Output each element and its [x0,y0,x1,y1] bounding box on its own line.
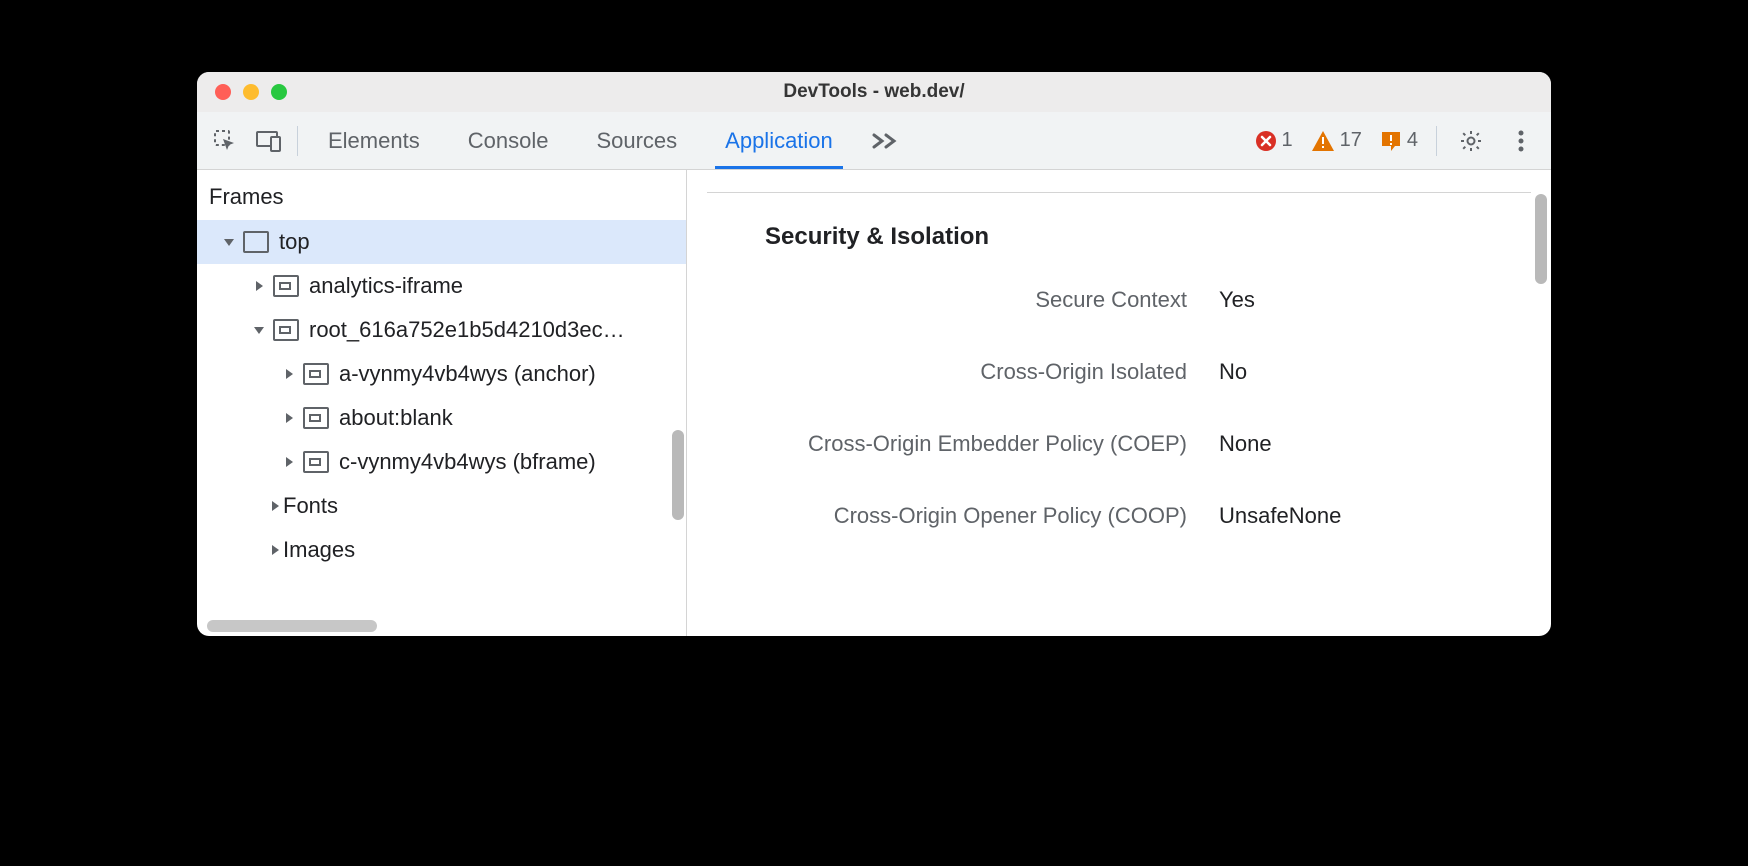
warnings-count: 17 [1340,129,1362,152]
tree-item[interactable]: Images [197,528,686,572]
tree-item-top[interactable]: top [197,220,686,264]
iframe-icon [273,275,299,297]
tree-label: about:blank [339,405,453,431]
errors-count: 1 [1282,129,1293,152]
tree-label: a-vynmy4vb4wys (anchor) [339,361,596,387]
tab-label: Elements [328,128,420,154]
tab-console[interactable]: Console [444,112,573,169]
iframe-icon [303,451,329,473]
tree-label: Images [283,537,355,563]
toolbar-status: 1 17 4 [1249,119,1546,163]
frames-tree: top analytics-iframe root_616a752e1b5d42… [197,220,686,572]
tree-label: root_616a752e1b5d4210d3ec… [309,317,625,343]
disclosure-triangle-right-icon[interactable] [281,368,297,380]
more-tabs-button[interactable] [857,132,913,150]
settings-icon[interactable] [1449,119,1493,163]
disclosure-triangle-down-icon[interactable] [251,324,267,336]
issues-badge[interactable]: 4 [1374,129,1424,152]
minimize-window-button[interactable] [243,84,259,100]
tab-label: Console [468,128,549,154]
toolbar-divider [297,126,298,156]
tree-item[interactable]: about:blank [197,396,686,440]
detail-value: None [1219,431,1531,457]
detail-value: No [1219,359,1531,385]
tree-item[interactable]: analytics-iframe [197,264,686,308]
security-isolation-section: Security & Isolation Secure Context Yes … [707,192,1531,636]
tab-sources[interactable]: Sources [572,112,701,169]
frames-sidebar: Frames top analytics-iframe [197,170,687,636]
inspect-element-icon[interactable] [203,119,247,163]
sidebar-horizontal-scrollbar[interactable] [207,620,377,632]
tree-label: analytics-iframe [309,273,463,299]
main-toolbar: Elements Console Sources Application 1 1… [197,112,1551,170]
section-heading: Security & Isolation [765,223,1531,251]
device-toolbar-icon[interactable] [247,119,291,163]
iframe-icon [273,319,299,341]
tree-item[interactable]: c-vynmy4vb4wys (bframe) [197,440,686,484]
window-title: DevTools - web.dev/ [197,81,1551,103]
tab-elements[interactable]: Elements [304,112,444,169]
disclosure-triangle-right-icon[interactable] [251,280,267,292]
disclosure-triangle-right-icon[interactable] [267,500,283,512]
tree-label: c-vynmy4vb4wys (bframe) [339,449,596,475]
frame-icon [243,231,269,253]
tree-item[interactable]: root_616a752e1b5d4210d3ec… [197,308,686,352]
frame-details-panel: Security & Isolation Secure Context Yes … [687,170,1551,636]
errors-badge[interactable]: 1 [1249,129,1299,152]
toolbar-divider [1436,126,1437,156]
details-grid: Secure Context Yes Cross-Origin Isolated… [707,287,1531,529]
titlebar: DevTools - web.dev/ [197,72,1551,112]
iframe-icon [303,363,329,385]
disclosure-triangle-down-icon[interactable] [221,236,237,248]
tree-item[interactable]: Fonts [197,484,686,528]
devtools-window: DevTools - web.dev/ Elements Console Sou… [197,72,1551,636]
tree-label: top [279,229,310,255]
tab-application[interactable]: Application [701,112,857,169]
detail-key: Cross-Origin Embedder Policy (COEP) [707,431,1187,457]
tree-item[interactable]: a-vynmy4vb4wys (anchor) [197,352,686,396]
issues-count: 4 [1407,129,1418,152]
warnings-badge[interactable]: 17 [1305,129,1368,152]
zoom-window-button[interactable] [271,84,287,100]
tree-label: Fonts [283,493,338,519]
detail-key: Cross-Origin Isolated [707,359,1187,385]
disclosure-triangle-right-icon[interactable] [281,456,297,468]
disclosure-triangle-right-icon[interactable] [281,412,297,424]
detail-value: Yes [1219,287,1531,313]
detail-value: UnsafeNone [1219,503,1531,529]
iframe-icon [303,407,329,429]
window-controls [197,84,287,100]
main-vertical-scrollbar[interactable] [1535,194,1547,284]
disclosure-triangle-right-icon[interactable] [267,544,283,556]
detail-key: Secure Context [707,287,1187,313]
tab-label: Application [725,128,833,154]
sidebar-vertical-scrollbar[interactable] [672,430,684,520]
detail-key: Cross-Origin Opener Policy (COOP) [707,503,1187,529]
more-options-icon[interactable] [1499,119,1543,163]
panel-tabs: Elements Console Sources Application [304,112,857,169]
close-window-button[interactable] [215,84,231,100]
tab-label: Sources [596,128,677,154]
sidebar-section-title: Frames [197,170,686,220]
panel-body: Frames top analytics-iframe [197,170,1551,636]
